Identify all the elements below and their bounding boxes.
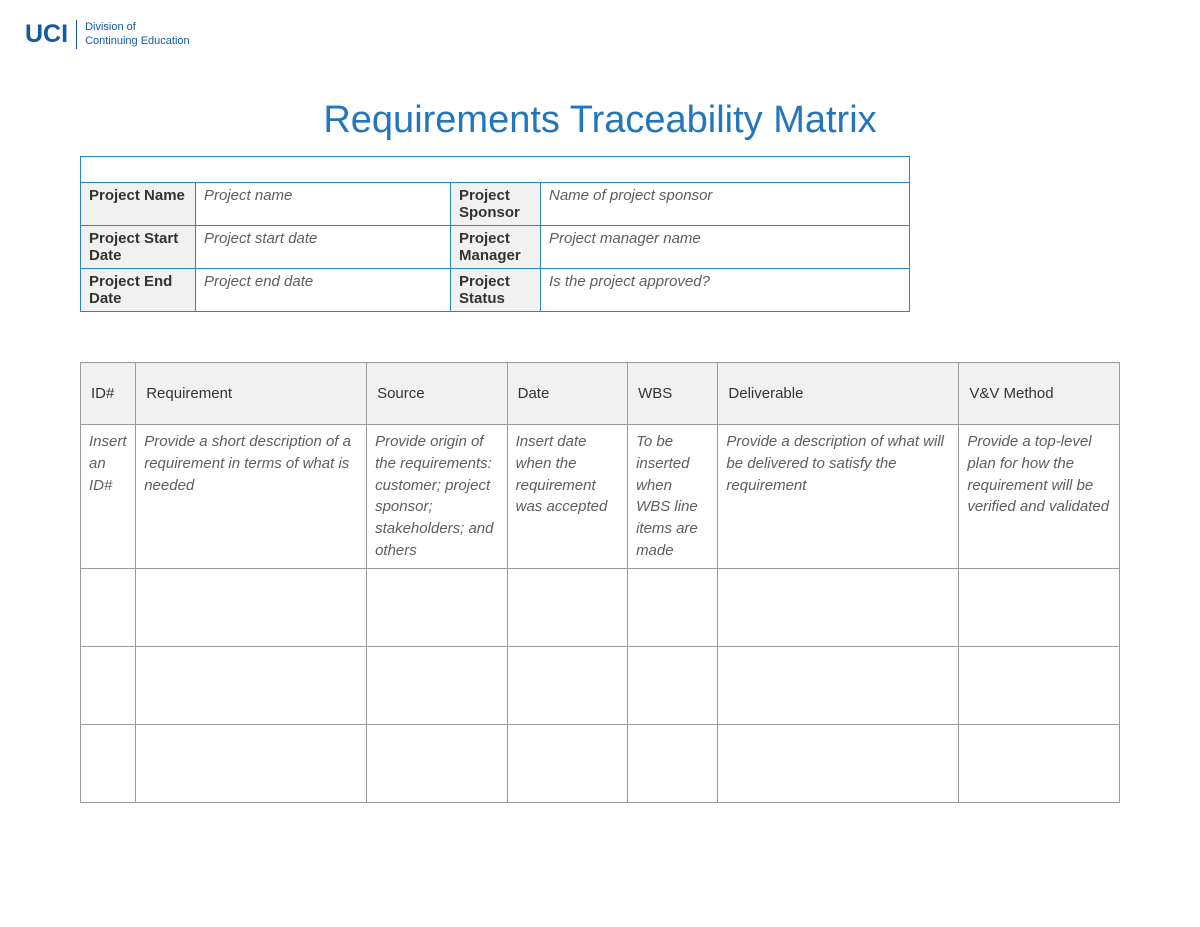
cell [628, 568, 718, 646]
cell [628, 724, 718, 802]
cell [628, 646, 718, 724]
overview-value: Name of project sponsor [541, 183, 910, 226]
overview-label: Project Name [81, 183, 196, 226]
hint-date: Insert date when the requirement was acc… [507, 425, 627, 569]
overview-row: Project Start Date Project start date Pr… [81, 226, 910, 269]
col-deliverable: Deliverable [718, 363, 959, 425]
col-source: Source [367, 363, 508, 425]
cell [507, 568, 627, 646]
col-requirement: Requirement [136, 363, 367, 425]
overview-row: Project Name Project name Project Sponso… [81, 183, 910, 226]
hint-wbs: To be inserted when WBS line items are m… [628, 425, 718, 569]
page-title: Requirements Traceability Matrix [0, 99, 1200, 142]
cell [959, 568, 1120, 646]
cell [718, 646, 959, 724]
cell [367, 724, 508, 802]
hint-src: Provide origin of the requirements: cust… [367, 425, 508, 569]
col-date: Date [507, 363, 627, 425]
col-wbs: WBS [628, 363, 718, 425]
cell [367, 646, 508, 724]
brand-header: UCI Division of Continuing Education [0, 20, 1200, 49]
logo-subtitle-line2: Continuing Education [85, 35, 190, 49]
traceability-matrix-table: ID# Requirement Source Date WBS Delivera… [80, 362, 1120, 803]
overview-label: Project Sponsor [451, 183, 541, 226]
hint-deliv: Provide a description of what will be de… [718, 425, 959, 569]
cell [718, 724, 959, 802]
overview-value: Project end date [196, 269, 451, 312]
project-overview-table: Project Overview Project Name Project na… [80, 156, 910, 312]
cell [136, 646, 367, 724]
uci-logo-mark: UCI [25, 20, 77, 49]
overview-value: Project start date [196, 226, 451, 269]
cell [136, 568, 367, 646]
matrix-header-row: ID# Requirement Source Date WBS Delivera… [81, 363, 1120, 425]
cell [959, 724, 1120, 802]
logo-subtitle: Division of Continuing Education [85, 21, 190, 49]
matrix-empty-row [81, 724, 1120, 802]
overview-label: Project Status [451, 269, 541, 312]
cell [507, 646, 627, 724]
cell [959, 646, 1120, 724]
overview-value: Is the project approved? [541, 269, 910, 312]
cell [81, 724, 136, 802]
overview-row: Project End Date Project end date Projec… [81, 269, 910, 312]
overview-label: Project End Date [81, 269, 196, 312]
cell [81, 646, 136, 724]
overview-label: Project Manager [451, 226, 541, 269]
cell [718, 568, 959, 646]
cell [136, 724, 367, 802]
matrix-empty-row [81, 646, 1120, 724]
overview-label: Project Start Date [81, 226, 196, 269]
matrix-hint-row: Insert an ID# Provide a short descriptio… [81, 425, 1120, 569]
overview-value: Project name [196, 183, 451, 226]
matrix-empty-row [81, 568, 1120, 646]
hint-id: Insert an ID# [81, 425, 136, 569]
cell [81, 568, 136, 646]
hint-vv: Provide a top-level plan for how the req… [959, 425, 1120, 569]
cell [367, 568, 508, 646]
hint-req: Provide a short description of a require… [136, 425, 367, 569]
col-id: ID# [81, 363, 136, 425]
cell [507, 724, 627, 802]
overview-header: Project Overview [81, 157, 910, 183]
logo-subtitle-line1: Division of [85, 21, 190, 35]
overview-value: Project manager name [541, 226, 910, 269]
col-vv-method: V&V Method [959, 363, 1120, 425]
